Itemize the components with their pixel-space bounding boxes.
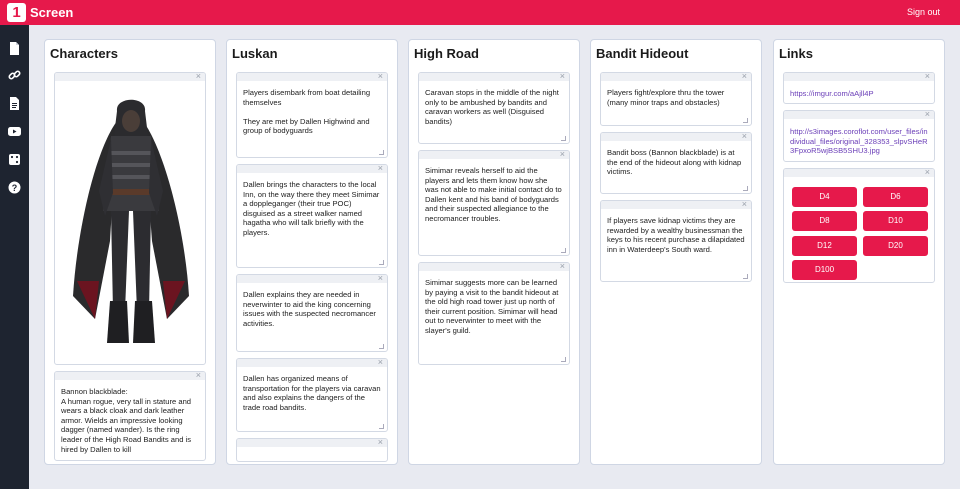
close-icon[interactable]: × [742, 73, 747, 81]
app-brand: Screen [30, 5, 74, 20]
note-text: If players save kidnap victims they are … [607, 216, 745, 254]
character-portrait [73, 99, 189, 343]
note-card[interactable]: × Simimar reveals herself to aid the pla… [418, 150, 570, 256]
column-links: Links × https://imgur.com/aAjll4P × http… [773, 39, 945, 465]
note-text: Simimar suggests more can be learned by … [425, 278, 559, 335]
resize-handle[interactable] [743, 118, 748, 123]
close-icon[interactable]: × [560, 73, 565, 81]
note-card[interactable]: × If players save kidnap victims they ar… [600, 200, 752, 282]
close-icon[interactable]: × [925, 73, 930, 81]
svg-text:?: ? [12, 183, 18, 193]
link-icon[interactable] [8, 69, 21, 82]
column-luskan: Luskan × Players disembark from boat det… [226, 39, 398, 465]
column-title: Luskan [232, 46, 278, 61]
resize-handle[interactable] [379, 424, 384, 429]
column-bandit-hideout: Bandit Hideout × Players fight/explore t… [590, 39, 762, 465]
dice-d20-button[interactable]: D20 [863, 236, 928, 256]
link-coroflot[interactable]: http://s3images.coroflot.com/user_files/… [790, 127, 928, 156]
close-icon[interactable]: × [378, 359, 383, 367]
resize-handle[interactable] [379, 150, 384, 155]
note-text: Simimar reveals herself to aid the playe… [425, 166, 562, 223]
sidebar: ? [0, 25, 29, 489]
close-icon[interactable]: × [560, 151, 565, 159]
link-card[interactable]: × https://imgur.com/aAjll4P [783, 72, 935, 104]
column-title: Links [779, 46, 813, 61]
note-text: Bandit boss (Bannon blackblade) is at th… [607, 148, 742, 177]
dice-d6-button[interactable]: D6 [863, 187, 928, 207]
column-title: Bandit Hideout [596, 46, 689, 61]
column-title: Characters [50, 46, 118, 61]
column-high-road: High Road × Caravan stops in the middle … [408, 39, 580, 465]
dice-d10-button[interactable]: D10 [863, 211, 928, 231]
note-card[interactable]: × Players fight/explore thru the tower (… [600, 72, 752, 126]
close-icon[interactable]: × [925, 169, 930, 177]
file-text-icon[interactable] [8, 97, 21, 110]
close-icon[interactable]: × [378, 439, 383, 447]
close-icon[interactable]: × [925, 111, 930, 119]
note-text: Dallen explains they are needed in never… [243, 290, 376, 328]
note-text: Caravan stops in the middle of the night… [425, 88, 559, 126]
top-bar: 1 Screen Sign out [0, 0, 960, 25]
close-icon[interactable]: × [378, 165, 383, 173]
note-card[interactable]: × Dallen has organized means of transpor… [236, 358, 388, 432]
note-text: Dallen brings the characters to the loca… [243, 180, 380, 237]
link-card[interactable]: × http://s3images.coroflot.com/user_file… [783, 110, 935, 162]
resize-handle[interactable] [743, 274, 748, 279]
resize-handle[interactable] [561, 136, 566, 141]
note-text: Dallen has organized means of transporta… [243, 374, 381, 412]
close-icon[interactable]: × [742, 133, 747, 141]
link-imgur[interactable]: https://imgur.com/aAjll4P [790, 89, 928, 99]
dice-d8-button[interactable]: D8 [792, 211, 857, 231]
close-icon[interactable]: × [742, 201, 747, 209]
resize-handle[interactable] [743, 186, 748, 191]
close-icon[interactable]: × [196, 372, 201, 380]
resize-handle[interactable] [379, 260, 384, 265]
note-card[interactable]: × Players disembark from boat detailing … [236, 72, 388, 158]
note-card[interactable]: × Dallen brings the characters to the lo… [236, 164, 388, 268]
note-text: Players disembark from boat detailing th… [243, 88, 371, 136]
document-icon[interactable] [8, 42, 21, 55]
column-characters: Characters × × Bannon blackblade: A huma… [44, 39, 216, 465]
note-card[interactable]: × Bandit boss (Bannon blackblade) is at … [600, 132, 752, 194]
note-card[interactable]: × Caravan stops in the middle of the nig… [418, 72, 570, 144]
sign-out-link[interactable]: Sign out [907, 7, 940, 17]
character-image-card[interactable]: × [54, 72, 206, 365]
app-logo[interactable]: 1 [7, 3, 26, 22]
note-card[interactable]: × Simimar suggests more can be learned b… [418, 262, 570, 365]
note-card[interactable]: × [236, 438, 388, 462]
character-note-card[interactable]: × Bannon blackblade: A human rogue, very… [54, 371, 206, 461]
dice-d12-button[interactable]: D12 [792, 236, 857, 256]
close-icon[interactable]: × [378, 275, 383, 283]
youtube-icon[interactable] [8, 125, 21, 138]
resize-handle[interactable] [561, 248, 566, 253]
close-icon[interactable]: × [378, 73, 383, 81]
note-card[interactable]: × Dallen explains they are needed in nev… [236, 274, 388, 352]
close-icon[interactable]: × [560, 263, 565, 271]
dice-d4-button[interactable]: D4 [792, 187, 857, 207]
note-text: Players fight/explore thru the tower (ma… [607, 88, 725, 107]
column-title: High Road [414, 46, 479, 61]
resize-handle[interactable] [561, 357, 566, 362]
note-text: Bannon blackblade: A human rogue, very t… [61, 387, 192, 454]
help-icon[interactable]: ? [8, 181, 21, 194]
close-icon[interactable]: × [196, 73, 201, 81]
dice-d100-button[interactable]: D100 [792, 260, 857, 280]
dice-icon[interactable] [8, 153, 21, 166]
dice-card: × D4 D6 D8 D10 D12 D20 D100 [783, 168, 935, 283]
resize-handle[interactable] [379, 344, 384, 349]
